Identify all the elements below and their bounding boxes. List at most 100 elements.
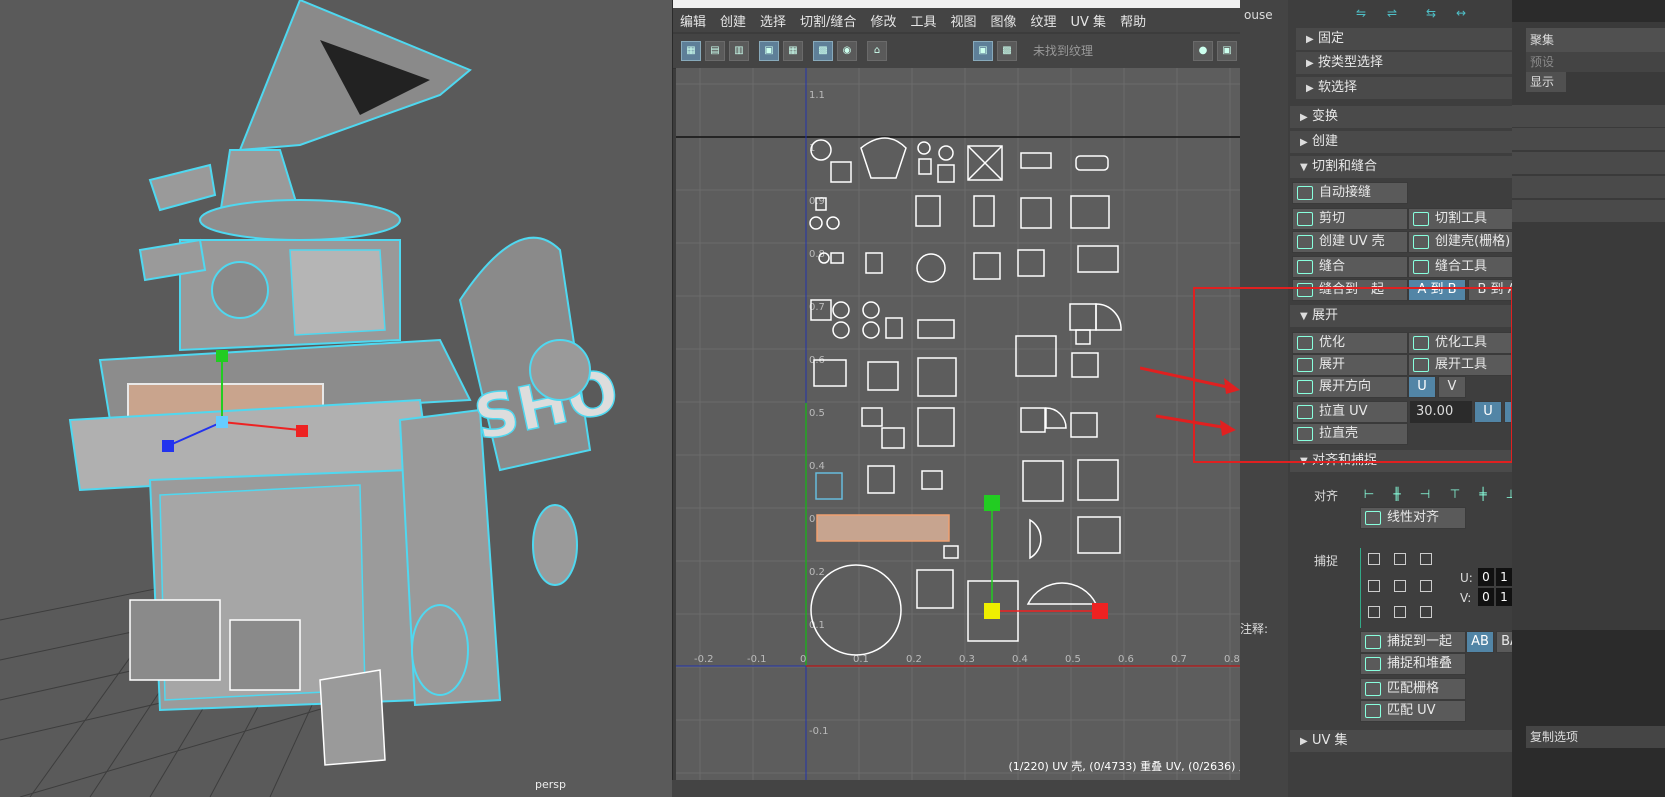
shaded-uv-icon[interactable]: ▦ xyxy=(681,41,701,61)
menu-texture[interactable]: 纹理 xyxy=(1031,11,1057,30)
snap-ab-button[interactable]: AB xyxy=(1466,631,1494,653)
menu-uv-set[interactable]: UV 集 xyxy=(1071,11,1107,30)
align-h-icon[interactable]: ⇋ xyxy=(1352,6,1370,20)
snap-cell-tl[interactable] xyxy=(1368,553,1380,565)
checkerboard-icon[interactable]: ▩ xyxy=(997,41,1017,61)
texture-borders-icon[interactable]: ▥ xyxy=(729,41,749,61)
texture-dropdown[interactable]: 未找到纹理 xyxy=(1033,43,1183,60)
menu-view[interactable]: 视图 xyxy=(950,11,976,30)
align-v-icon[interactable]: ⇌ xyxy=(1383,6,1401,20)
snap-cell-tr[interactable] xyxy=(1420,553,1432,565)
menu-modify[interactable]: 修改 xyxy=(870,11,896,30)
uv-axis-x-tick: 0.6 xyxy=(1118,654,1134,665)
uv-axis-x-tick: 0.5 xyxy=(1065,654,1081,665)
strip-header xyxy=(1512,0,1665,22)
distribute-v-icon[interactable]: ↔ xyxy=(1452,6,1470,20)
create-shell-grid-button[interactable]: 创建壳(栅格) xyxy=(1408,231,1524,253)
snap-cell-br[interactable] xyxy=(1420,606,1432,618)
checker-icon[interactable]: ▩ xyxy=(813,41,833,61)
auto-seams-button[interactable]: 自动接缝 xyxy=(1292,182,1408,204)
linear-align-icon xyxy=(1365,511,1381,525)
snapshot-icon[interactable]: ⌂ xyxy=(867,41,887,61)
gather-button[interactable]: 聚集 xyxy=(1526,28,1665,52)
uv-axis-x-tick: 0.7 xyxy=(1171,654,1187,665)
match-grid-icon xyxy=(1365,682,1381,696)
preset-field[interactable]: 预设 xyxy=(1526,52,1665,72)
menu-cut-sew[interactable]: 切割/缝合 xyxy=(800,11,856,30)
linear-align-label: 线性对齐 xyxy=(1387,510,1440,525)
section-pin-label: 固定 xyxy=(1318,31,1345,46)
align-left-icon[interactable]: ⊢ xyxy=(1360,487,1378,501)
snap-cell-mr[interactable] xyxy=(1420,580,1432,592)
snap-stack-icon xyxy=(1365,657,1381,671)
uv-axis-x-tick: 0.4 xyxy=(1012,654,1028,665)
create-uv-shell-button[interactable]: 创建 UV 壳 xyxy=(1292,231,1408,253)
snap-together-button[interactable]: 捕捉到一起 xyxy=(1360,631,1466,653)
snap-cell-tc[interactable] xyxy=(1394,553,1406,565)
display-button[interactable]: 显示 xyxy=(1526,72,1566,92)
align-top-icon[interactable]: ⊤ xyxy=(1446,487,1464,501)
grid-icon[interactable]: ▦ xyxy=(783,41,803,61)
uv-axis-y-tick: -0.1 xyxy=(809,726,829,737)
uv-axis-x-tick: -0.1 xyxy=(747,654,767,665)
align-right-icon[interactable]: ⊣ xyxy=(1416,487,1434,501)
menu-image[interactable]: 图像 xyxy=(990,11,1016,30)
linear-align-button[interactable]: 线性对齐 xyxy=(1360,507,1466,529)
strip-row-4 xyxy=(1512,176,1665,198)
sew-tool-button[interactable]: 缝合工具 xyxy=(1408,256,1524,278)
menu-select[interactable]: 选择 xyxy=(760,11,786,30)
section-select-by-type-label: 按类型选择 xyxy=(1318,55,1384,70)
uv-axis-x-tick: 0.8 xyxy=(1224,654,1240,665)
align-center-icon[interactable]: ╫ xyxy=(1388,487,1406,501)
isolate-icon[interactable]: ▣ xyxy=(759,41,779,61)
match-uv-icon xyxy=(1365,704,1381,718)
rgb-channel-icon[interactable]: ● xyxy=(1193,41,1213,61)
menu-help[interactable]: 帮助 xyxy=(1120,11,1146,30)
sew-label: 缝合 xyxy=(1319,259,1346,274)
image-display-icon[interactable]: ▣ xyxy=(973,41,993,61)
snap-u-max[interactable]: 1 xyxy=(1496,568,1512,586)
align-label: 对齐 xyxy=(1314,489,1339,503)
notes-label: 注释: xyxy=(1240,622,1269,636)
uv-axis-x-tick: 0.3 xyxy=(959,654,975,665)
uv-distortion-icon[interactable]: ▤ xyxy=(705,41,725,61)
snap-u-min[interactable]: 0 xyxy=(1478,568,1494,586)
menu-create[interactable]: 创建 xyxy=(720,11,746,30)
distribute-h-icon[interactable]: ⇆ xyxy=(1422,6,1440,20)
collapsed-arrow-icon: ▶ xyxy=(1300,112,1308,123)
exposure-icon[interactable]: ▣ xyxy=(1217,41,1237,61)
section-create-label: 创建 xyxy=(1312,134,1339,149)
snap-v-min[interactable]: 0 xyxy=(1478,588,1494,606)
sew-button[interactable]: 缝合 xyxy=(1292,256,1408,278)
perspective-viewport[interactable]: SHO persp xyxy=(0,0,672,797)
auto-seams-icon xyxy=(1297,186,1313,200)
pivot-icon[interactable]: ◉ xyxy=(837,41,857,61)
snap-cell-mc[interactable] xyxy=(1394,580,1406,592)
uv-axis-x-tick: 0 xyxy=(800,654,806,665)
snap-grid-divider xyxy=(1360,548,1361,628)
snap-stack-button[interactable]: 捕捉和堆叠 xyxy=(1360,653,1466,675)
snap-u-label: U: xyxy=(1460,571,1473,585)
strip-bottom-area xyxy=(1512,630,1665,797)
copy-options-button[interactable]: 复制选项 xyxy=(1526,726,1665,748)
align-middle-icon[interactable]: ╪ xyxy=(1474,487,1492,501)
snap-v-max[interactable]: 1 xyxy=(1496,588,1512,606)
knife-icon xyxy=(1413,212,1429,226)
uv-axis-y-tick: 0.2 xyxy=(809,567,825,578)
menu-tools[interactable]: 工具 xyxy=(910,11,936,30)
uv-axis-y-tick: 0.8 xyxy=(809,249,825,260)
snap-cell-ml[interactable] xyxy=(1368,580,1380,592)
cut-tool-button[interactable]: 切割工具 xyxy=(1408,208,1524,230)
snap-cell-bc[interactable] xyxy=(1394,606,1406,618)
snap-label: 捕捉 xyxy=(1314,554,1339,568)
snap-cell-bl[interactable] xyxy=(1368,606,1380,618)
menu-edit[interactable]: 编辑 xyxy=(680,11,706,30)
section-uv-sets-label: UV 集 xyxy=(1312,733,1348,748)
camera-label: persp xyxy=(535,778,566,791)
needle-icon xyxy=(1413,260,1429,274)
match-grid-button[interactable]: 匹配栅格 xyxy=(1360,678,1466,700)
cut-button[interactable]: 剪切 xyxy=(1292,208,1408,230)
annotation-arrows xyxy=(1140,366,1240,436)
uv-axis-y-tick: 0.1 xyxy=(809,620,825,631)
match-uv-button[interactable]: 匹配 UV xyxy=(1360,700,1466,722)
